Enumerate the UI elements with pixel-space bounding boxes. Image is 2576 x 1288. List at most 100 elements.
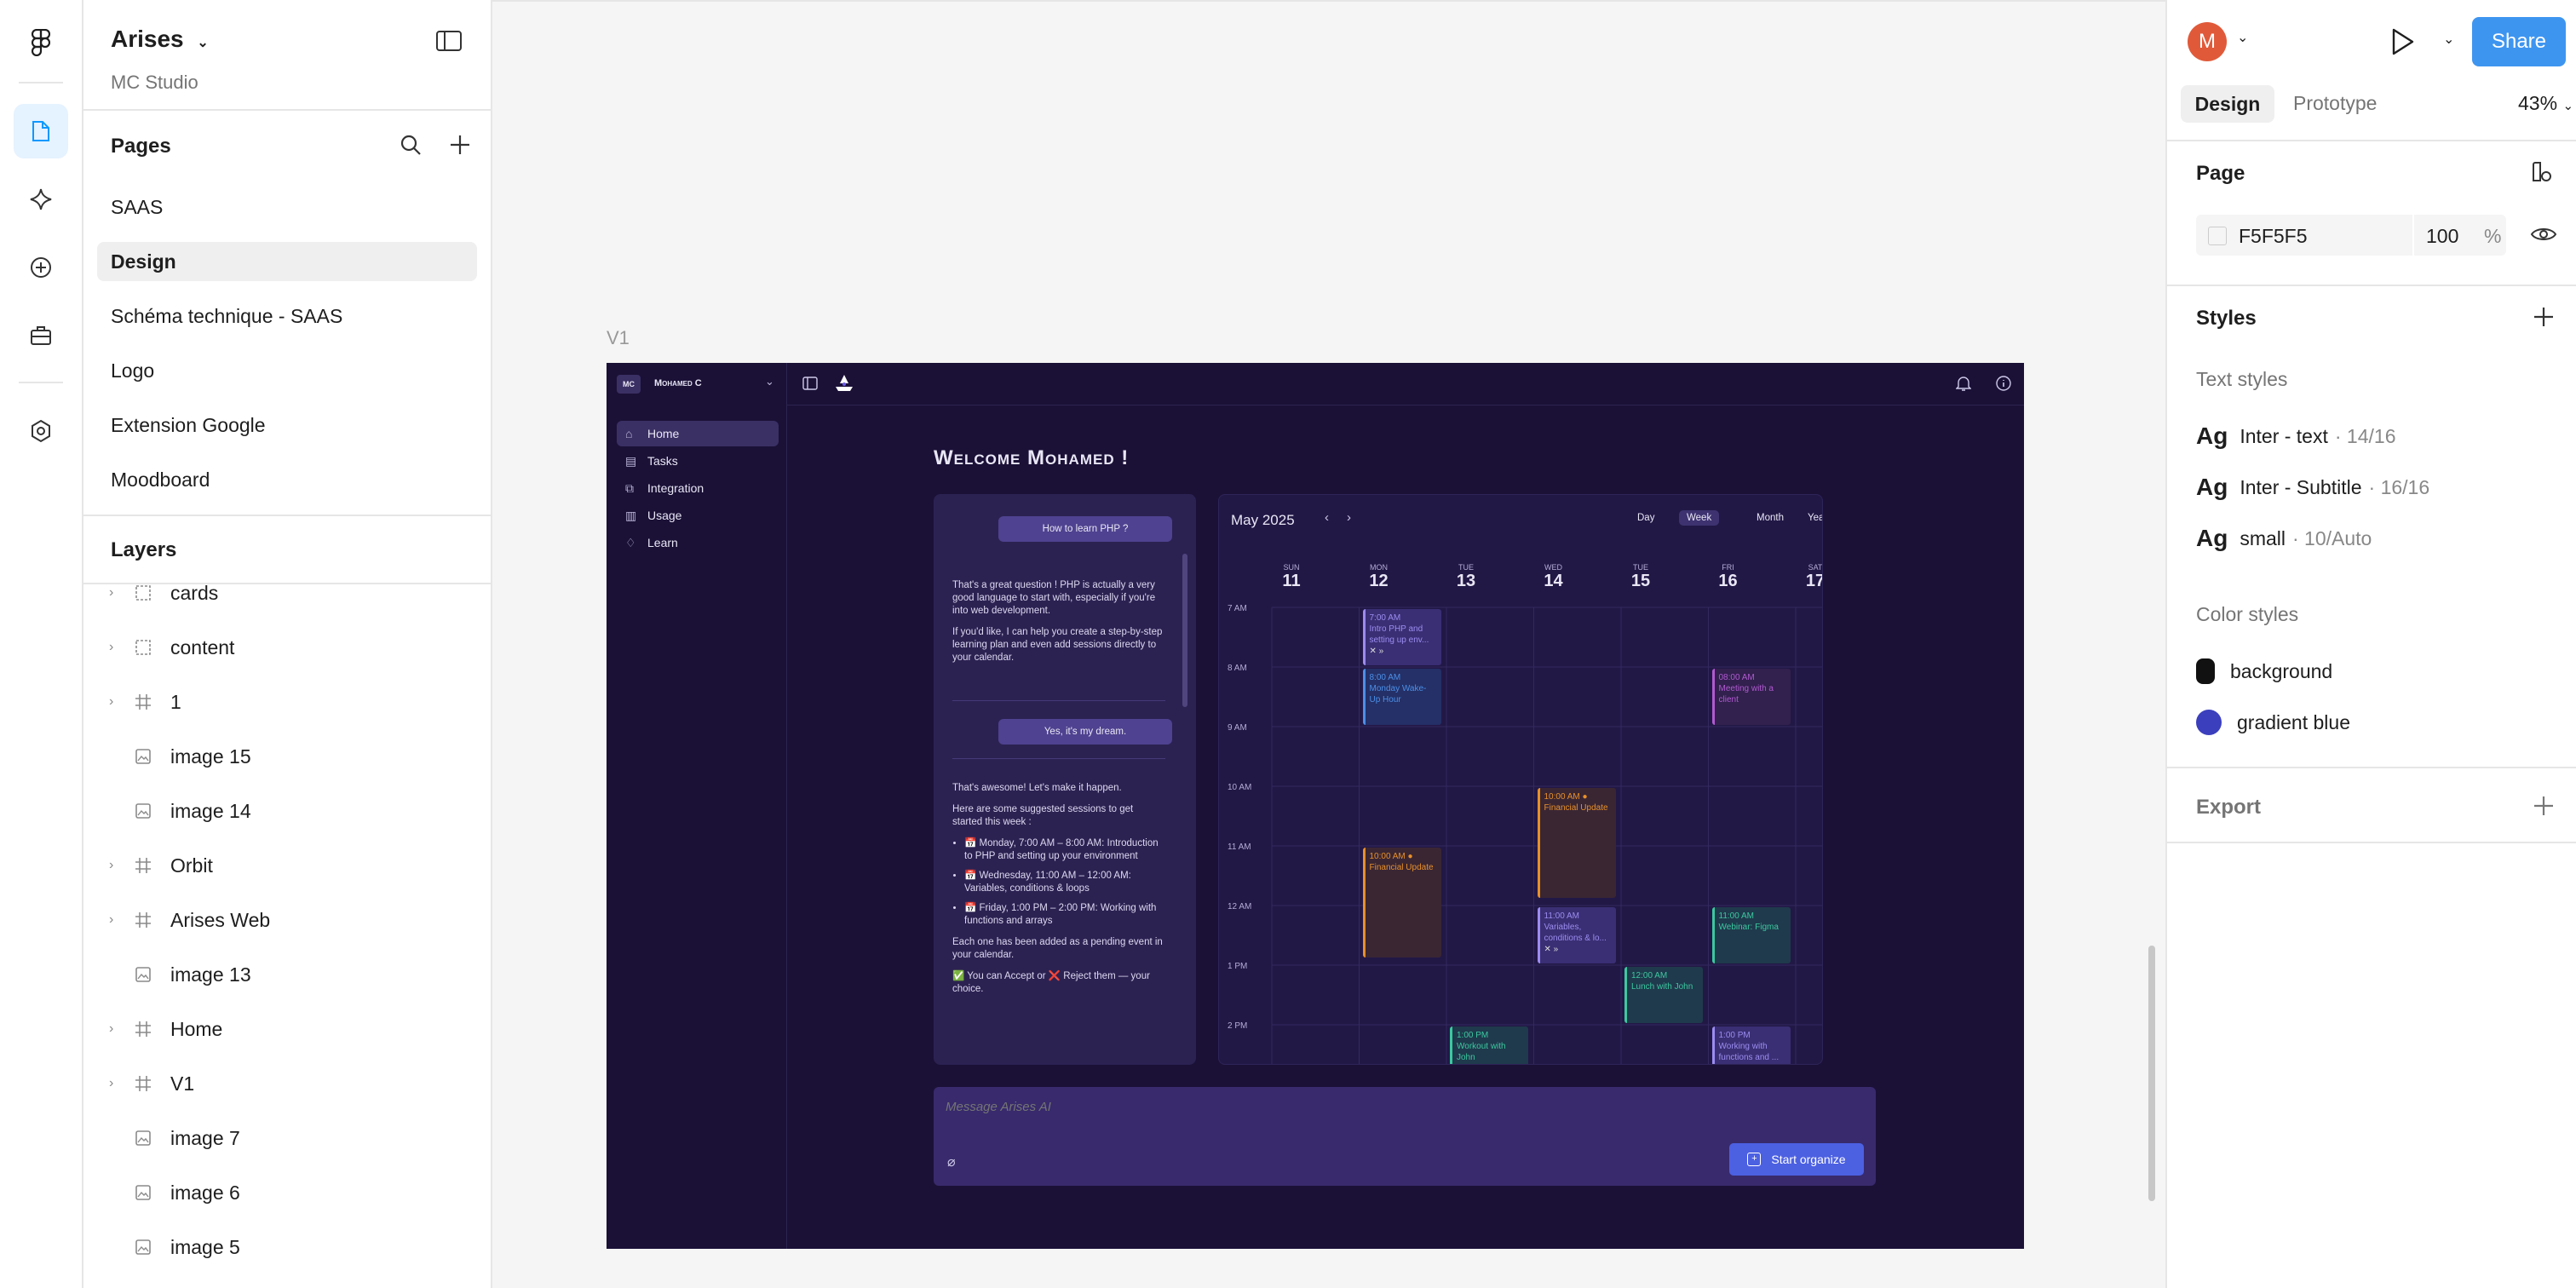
event-actions[interactable]: ✕ »: [1544, 944, 1612, 955]
frame-icon: [133, 910, 153, 930]
info-icon[interactable]: [1995, 375, 2012, 396]
layer-row[interactable]: › V1: [83, 1060, 491, 1107]
add-page-icon[interactable]: [448, 133, 472, 161]
toggle-sidebar-icon[interactable]: [436, 31, 462, 55]
panel-toggle-icon[interactable]: [802, 377, 818, 394]
avatar-chevron-icon[interactable]: ⌄: [2237, 29, 2248, 46]
tab-design[interactable]: Design: [2181, 85, 2274, 123]
calendar-event[interactable]: 12:00 AM Lunch with John: [1624, 967, 1703, 1023]
nav-item-home[interactable]: ⌂ Home: [617, 421, 779, 446]
layer-row[interactable]: image 5: [83, 1223, 491, 1271]
layer-row[interactable]: image 7: [83, 1114, 491, 1162]
plugins-hexagon-icon[interactable]: [14, 404, 68, 458]
layer-row[interactable]: image 13: [83, 951, 491, 998]
layer-row[interactable]: › cards: [83, 584, 491, 617]
layer-row[interactable]: › 1: [83, 678, 491, 726]
layer-row[interactable]: › content: [83, 624, 491, 671]
search-icon[interactable]: [399, 133, 423, 161]
chevron-right-icon[interactable]: ›: [109, 1076, 121, 1091]
page-item[interactable]: SAAS: [97, 187, 477, 227]
workspace-chevron-icon[interactable]: ⌄: [765, 375, 774, 388]
chevron-right-icon[interactable]: ›: [109, 585, 121, 601]
chevron-right-icon[interactable]: ›: [109, 694, 121, 710]
arises-logo-icon: [833, 373, 855, 398]
color-swatch[interactable]: [2208, 227, 2227, 245]
layer-row[interactable]: image 14: [83, 787, 491, 835]
file-pages-icon[interactable]: [14, 104, 68, 158]
nav-item-learn[interactable]: ♢ Learn: [617, 530, 779, 555]
add-export-icon[interactable]: [2532, 794, 2556, 822]
file-name-menu[interactable]: Arises ⌄: [111, 26, 209, 53]
assets-sparkle-icon[interactable]: [14, 172, 68, 227]
calendar-event[interactable]: 11:00 AM Variables, conditions & lo... ✕ »: [1537, 907, 1616, 963]
export-title: Export: [2196, 796, 2262, 819]
page-opacity-value[interactable]: 100: [2426, 225, 2458, 248]
calendar-event[interactable]: 11:00 AM Webinar: Figma: [1711, 907, 1791, 963]
event-title: Meeting with a client: [1718, 684, 1774, 704]
start-organize-button[interactable]: + Start organize: [1729, 1143, 1864, 1176]
calendar-event[interactable]: 1:00 PM Workout with John: [1450, 1026, 1528, 1064]
figma-logo-icon[interactable]: [14, 15, 68, 70]
event-actions[interactable]: ✕ »: [1719, 1063, 1786, 1064]
chat-scrollbar[interactable]: [1182, 554, 1187, 707]
add-plus-circle-icon[interactable]: [14, 240, 68, 295]
frame-label[interactable]: V1: [607, 327, 630, 349]
event-actions[interactable]: ✕ »: [1370, 646, 1437, 657]
tab-prototype[interactable]: Prototype: [2293, 92, 2377, 115]
avatar[interactable]: M: [2188, 22, 2227, 61]
nav-item-integration[interactable]: ⧉ Integration: [617, 475, 779, 501]
page-fill-field[interactable]: F5F5F5 100 %: [2196, 215, 2506, 256]
bell-icon[interactable]: [1955, 375, 1972, 396]
zoom-level: 43%: [2518, 92, 2558, 114]
message-composer[interactable]: ⌀ + Start organize: [934, 1087, 1876, 1186]
color-style-item[interactable]: background: [2196, 654, 2332, 688]
canvas-scrollbar[interactable]: [2148, 946, 2155, 1201]
layer-row[interactable]: › Home: [83, 1005, 491, 1053]
frame-icon: [133, 1019, 153, 1039]
chevron-right-icon[interactable]: ›: [109, 912, 121, 928]
color-style-item[interactable]: gradient blue: [2196, 705, 2350, 739]
toolbox-icon[interactable]: [14, 308, 68, 363]
chevron-right-icon[interactable]: ›: [109, 1021, 121, 1037]
nav-item-usage[interactable]: ▥ Usage: [617, 503, 779, 528]
calendar-event[interactable]: 1:00 PM Working with functions and ...✕ »: [1711, 1026, 1791, 1064]
attach-paperclip-icon[interactable]: ⌀: [947, 1153, 956, 1170]
calendar-event[interactable]: 10:00 AM ● Financial Update: [1537, 788, 1616, 898]
time-label: 11 AM: [1228, 842, 1251, 852]
page-item[interactable]: Schéma technique - SAAS: [97, 296, 477, 336]
page-item[interactable]: Logo: [97, 351, 477, 390]
calendar-event[interactable]: 10:00 AM ● Financial Update: [1362, 848, 1441, 957]
layer-row[interactable]: › Orbit: [83, 842, 491, 889]
present-chevron-icon[interactable]: ⌄: [2443, 31, 2454, 48]
page-item[interactable]: Extension Google: [97, 405, 477, 445]
page-color-value[interactable]: F5F5F5: [2239, 225, 2308, 248]
page-item[interactable]: Moodboard: [97, 460, 477, 499]
layer-row[interactable]: image 15: [83, 733, 491, 780]
welcome-heading: Welcome Mohamed !: [934, 446, 1130, 469]
text-style-item[interactable]: Ag Inter - Subtitle · 16/16: [2196, 470, 2429, 504]
add-style-icon[interactable]: [2532, 305, 2556, 333]
page-settings-icon[interactable]: [2530, 160, 2554, 188]
message-input[interactable]: [946, 1095, 1457, 1118]
visibility-eye-icon[interactable]: [2530, 225, 2557, 248]
text-style-preview: Ag: [2196, 423, 2228, 449]
nav-item-tasks[interactable]: ▤ Tasks: [617, 448, 779, 474]
text-style-item[interactable]: Ag Inter - text · 14/16: [2196, 419, 2395, 453]
text-style-name: small: [2240, 526, 2286, 549]
text-style-item[interactable]: Ag small · 10/Auto: [2196, 521, 2372, 555]
layer-row[interactable]: › Arises Web: [83, 896, 491, 944]
layer-row[interactable]: image 6: [83, 1169, 491, 1216]
workspace-name[interactable]: Mohamed C: [654, 378, 702, 388]
calendar-event[interactable]: 8:00 AM Monday Wake-Up Hour: [1362, 669, 1441, 725]
calendar-event[interactable]: 08:00 AM Meeting with a client: [1711, 669, 1791, 725]
chevron-right-icon[interactable]: ›: [109, 640, 121, 655]
percent-sign: %: [2484, 225, 2502, 247]
event-time: 11:00 AM: [1718, 911, 1755, 921]
chevron-right-icon[interactable]: ›: [109, 858, 121, 873]
page-item[interactable]: Design: [97, 242, 477, 281]
present-play-icon[interactable]: [2390, 27, 2416, 60]
share-button[interactable]: Share: [2472, 17, 2566, 66]
zoom-dropdown[interactable]: 43% ⌄: [2518, 92, 2573, 115]
calendar-event[interactable]: 7:00 AM Intro PHP and setting up env... ✕ …: [1362, 609, 1441, 665]
v1-frame[interactable]: MC Mohamed C ⌄ ⌂ Home ▤ Tasks ⧉ Integration ▥ U…: [607, 363, 2024, 1249]
